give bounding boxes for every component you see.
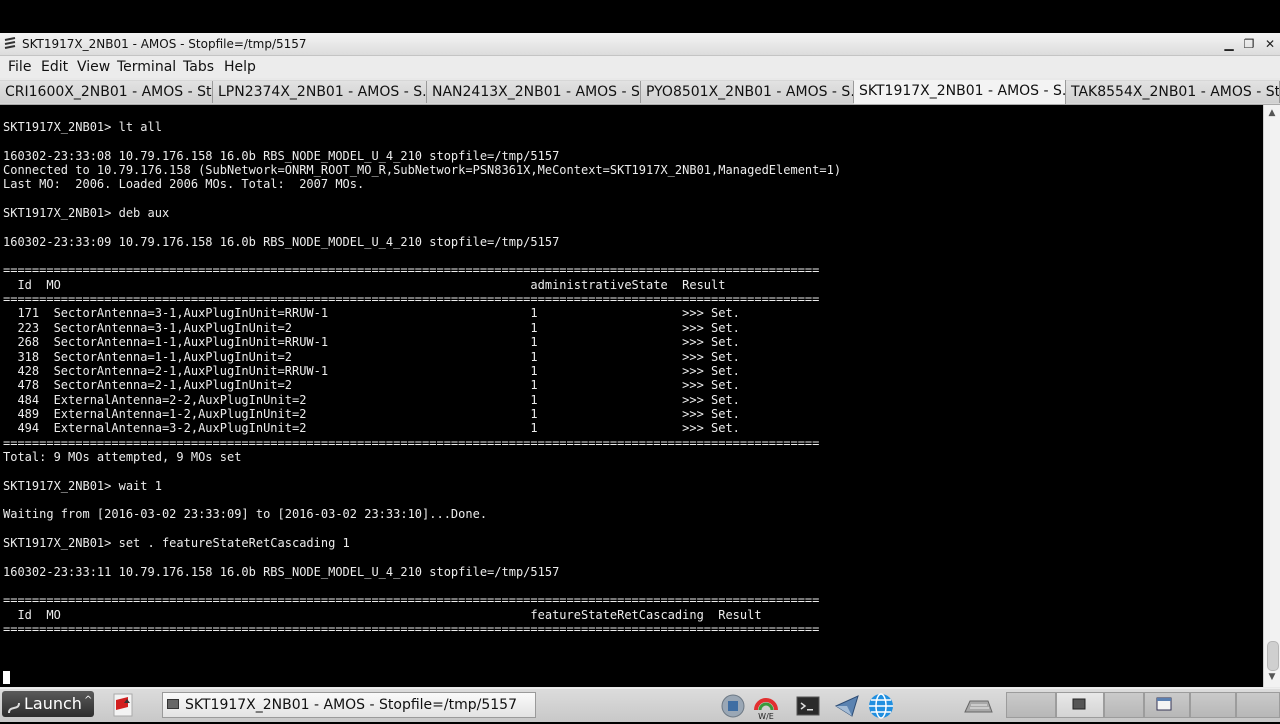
terminal-line: SKT1917X_2NB01> set . featureStateRetCas… — [3, 535, 350, 550]
taskbar-window-label: SKT1917X_2NB01 - AMOS - Stopfile=/tmp/51… — [185, 697, 517, 713]
minimize-icon[interactable]: ▁ — [1221, 36, 1237, 52]
terminal-line: Connected to 10.79.176.158 (SubNetwork=O… — [3, 163, 842, 178]
terminal-line: Id MO administrativeState Result — [3, 277, 726, 292]
terminal-line: Waiting from [2016-03-02 23:33:09] to [2… — [3, 507, 488, 522]
terminal-line: ========================================… — [3, 435, 820, 450]
close-icon[interactable]: ✕ — [1262, 36, 1278, 52]
terminal-line: Id MO featureStateRetCascading Result — [3, 607, 762, 622]
terminal-line: ========================================… — [3, 292, 820, 307]
menu-terminal[interactable]: Terminal — [117, 59, 176, 75]
terminal-app-icon — [4, 37, 16, 51]
scrollbar-thumb[interactable] — [1267, 641, 1279, 671]
scroll-up-icon[interactable]: ▲ — [1266, 107, 1278, 119]
workspace-1[interactable] — [1006, 692, 1056, 718]
terminal-line: SKT1917X_2NB01> lt all — [3, 120, 162, 134]
network-status-icon[interactable] — [719, 692, 747, 720]
terminal-text: SKT1917X_2NB01> lt all 160302-23:33:08 1… — [3, 120, 841, 636]
workspace-3[interactable] — [1104, 692, 1144, 718]
terminal-line: Total: 9 MOs attempted, 9 MOs set — [3, 449, 242, 464]
terminal-line: 489 ExternalAntenna=1-2,AuxPlugInUnit=2 … — [3, 406, 740, 421]
terminal-line: 171 SectorAntenna=3-1,AuxPlugInUnit=RRUW… — [3, 306, 740, 321]
terminal-window: SKT1917X_2NB01 - AMOS - Stopfile=/tmp/51… — [0, 33, 1280, 722]
terminal-line: SKT1917X_2NB01> wait 1 — [3, 478, 162, 493]
web-browser-icon[interactable] — [867, 692, 895, 720]
text-cursor — [3, 671, 10, 684]
window-titlebar[interactable]: SKT1917X_2NB01 - AMOS - Stopfile=/tmp/51… — [0, 33, 1280, 56]
mail-client-icon[interactable] — [833, 692, 861, 720]
tab-nan2413x[interactable]: NAN2413X_2NB01 - AMOS - S... — [427, 81, 641, 103]
menu-view[interactable]: View — [77, 59, 110, 75]
window-icon — [167, 699, 179, 709]
terminal-line: ========================================… — [3, 622, 820, 637]
terminal-line: 160302-23:33:09 10.79.176.158 16.0b RBS_… — [3, 234, 560, 249]
terminal-line: 268 SectorAntenna=1-1,AuxPlugInUnit=RRUW… — [3, 335, 740, 350]
workspace-2[interactable] — [1056, 692, 1104, 718]
taskbar-window-button[interactable]: SKT1917X_2NB01 - AMOS - Stopfile=/tmp/51… — [162, 692, 536, 718]
terminal-line: 223 SectorAntenna=3-1,AuxPlugInUnit=2 1 … — [3, 320, 740, 335]
terminal-scrollbar[interactable]: ▲ ▼ — [1263, 105, 1280, 687]
launch-logo-icon — [7, 697, 21, 723]
workspace-6[interactable] — [1236, 692, 1280, 718]
tab-cri1600x[interactable]: CRI1600X_2NB01 - AMOS - St... — [0, 81, 213, 103]
terminal-line: 478 SectorAntenna=2-1,AuxPlugInUnit=2 1 … — [3, 378, 740, 393]
menu-tabs[interactable]: Tabs — [183, 59, 214, 75]
scroll-down-icon[interactable]: ▼ — [1266, 671, 1278, 683]
terminal-line: 160302-23:33:11 10.79.176.158 16.0b RBS_… — [3, 564, 560, 579]
taskbar: Launch ^ SKT1917X_2NB01 - AMOS - Stopfil… — [0, 688, 1280, 722]
workspace-4[interactable] — [1144, 692, 1190, 718]
menu-edit[interactable]: Edit — [41, 59, 68, 75]
tab-bar: CRI1600X_2NB01 - AMOS - St... LPN2374X_2… — [0, 80, 1280, 105]
tab-tak8554x[interactable]: TAK8554X_2NB01 - AMOS - St... — [1066, 81, 1280, 103]
terminal-line: 160302-23:33:08 10.79.176.158 16.0b RBS_… — [3, 148, 560, 163]
terminal-line: ========================================… — [3, 263, 820, 278]
launch-label: Launch — [24, 694, 82, 713]
maximize-icon[interactable]: ❐ — [1241, 36, 1257, 52]
launch-button[interactable]: Launch ^ — [2, 691, 94, 717]
menu-bar: File Edit View Terminal Tabs Help — [0, 56, 1280, 78]
workspace-5[interactable] — [1190, 692, 1236, 718]
window-title: SKT1917X_2NB01 - AMOS - Stopfile=/tmp/51… — [22, 37, 307, 51]
weather-text: W/E — [758, 712, 774, 720]
menu-help[interactable]: Help — [224, 59, 256, 75]
terminal-line: 494 ExternalAntenna=3-2,AuxPlugInUnit=2 … — [3, 421, 740, 436]
tab-pyo8501x[interactable]: PYO8501X_2NB01 - AMOS - S... — [641, 81, 854, 103]
terminal-line: 318 SectorAntenna=1-1,AuxPlugInUnit=2 1 … — [3, 349, 740, 364]
menu-file[interactable]: File — [8, 59, 31, 75]
terminal-line: 484 ExternalAntenna=2-2,AuxPlugInUnit=2 … — [3, 392, 740, 407]
tab-skt1917x[interactable]: SKT1917X_2NB01 - AMOS - S... — [854, 80, 1066, 104]
terminal-launcher-icon[interactable] — [794, 692, 822, 720]
launch-arrow-icon: ^ — [84, 695, 93, 706]
terminal-line: Last MO: 2006. Loaded 2006 MOs. Total: 2… — [3, 177, 365, 192]
terminal-line: ========================================… — [3, 593, 820, 608]
terminal-line: 428 SectorAntenna=2-1,AuxPlugInUnit=RRUW… — [3, 363, 740, 378]
keyboard-icon[interactable] — [961, 692, 995, 720]
terminal-line: SKT1917X_2NB01> deb aux — [3, 206, 170, 221]
weather-icon[interactable]: W/E — [752, 692, 780, 721]
quicklaunch-flag-icon[interactable] — [100, 691, 158, 719]
tab-lpn2374x[interactable]: LPN2374X_2NB01 - AMOS - S... — [213, 81, 427, 103]
terminal-output[interactable]: SKT1917X_2NB01> lt all 160302-23:33:08 1… — [0, 105, 1263, 687]
